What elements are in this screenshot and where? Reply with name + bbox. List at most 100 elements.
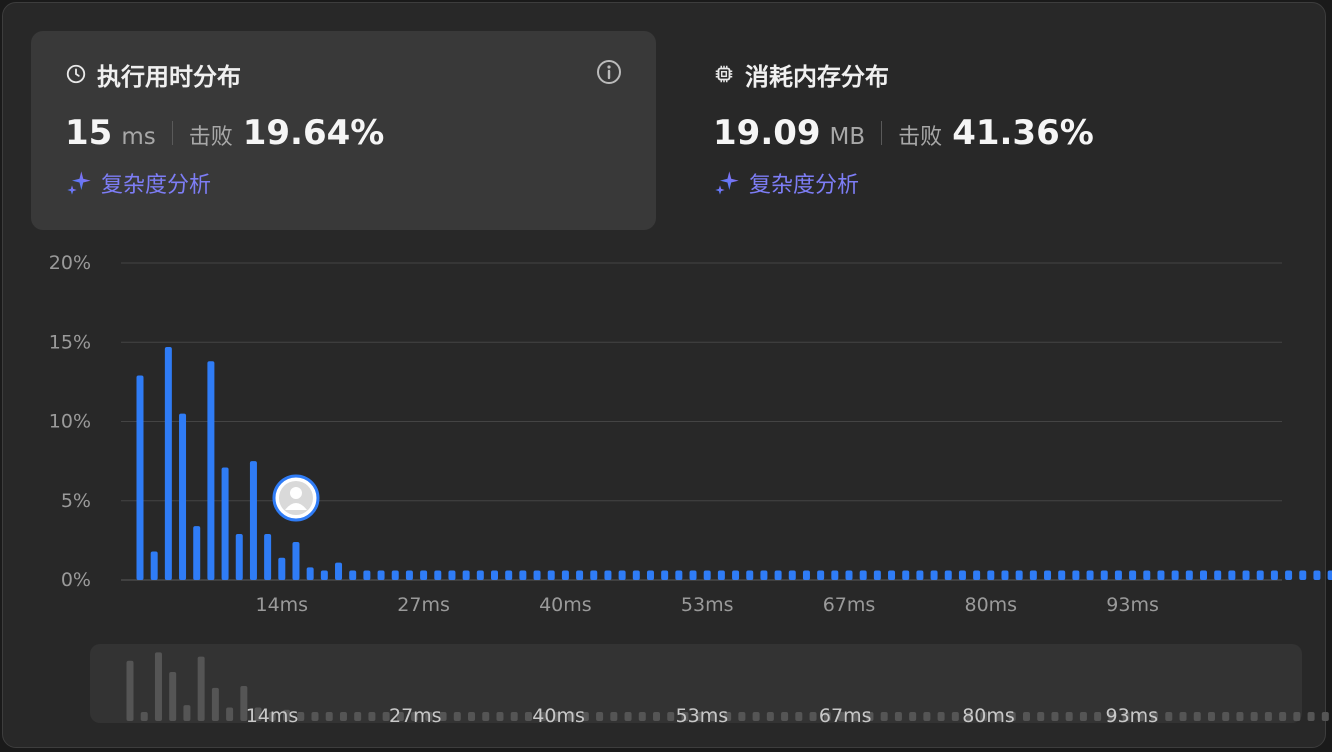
histogram-bar[interactable] bbox=[448, 570, 456, 580]
histogram-bar[interactable] bbox=[1143, 570, 1151, 580]
histogram-bar[interactable] bbox=[249, 461, 257, 580]
histogram-bar[interactable] bbox=[320, 570, 328, 580]
overview-bar bbox=[1165, 712, 1173, 721]
histogram-bar[interactable] bbox=[1044, 570, 1052, 580]
histogram-bar[interactable] bbox=[1157, 570, 1165, 580]
histogram-bar[interactable] bbox=[377, 570, 385, 580]
histogram-bar[interactable] bbox=[888, 570, 896, 580]
histogram-bar[interactable] bbox=[1185, 570, 1193, 580]
histogram-bar[interactable] bbox=[831, 570, 839, 580]
histogram-bar[interactable] bbox=[335, 562, 343, 580]
histogram-bar[interactable] bbox=[1015, 570, 1023, 580]
histogram-bar[interactable] bbox=[164, 347, 172, 580]
histogram-bar[interactable] bbox=[958, 570, 966, 580]
histogram-bar[interactable] bbox=[519, 570, 527, 580]
y-tick-label: 0% bbox=[61, 569, 91, 591]
histogram-bar[interactable] bbox=[873, 570, 881, 580]
histogram-bar[interactable] bbox=[689, 570, 697, 580]
histogram-bar[interactable] bbox=[221, 467, 229, 580]
histogram-bar[interactable] bbox=[179, 413, 187, 580]
histogram-bar[interactable] bbox=[859, 570, 867, 580]
histogram-bar[interactable] bbox=[1242, 570, 1250, 580]
histogram-bar[interactable] bbox=[604, 570, 612, 580]
histogram-bar[interactable] bbox=[788, 570, 796, 580]
histogram-bar[interactable] bbox=[278, 557, 286, 580]
histogram-bar[interactable] bbox=[1200, 570, 1207, 580]
overview-bar bbox=[154, 652, 162, 721]
histogram-bar[interactable] bbox=[661, 570, 669, 580]
overview-bar bbox=[1065, 712, 1073, 721]
histogram-bar[interactable] bbox=[306, 567, 314, 580]
histogram-bar[interactable] bbox=[193, 526, 201, 580]
histogram-bar[interactable] bbox=[1171, 570, 1179, 580]
histogram-bar[interactable] bbox=[420, 570, 428, 580]
histogram-bar[interactable] bbox=[973, 570, 981, 580]
histogram-bar[interactable] bbox=[774, 570, 782, 580]
avatar-icon[interactable] bbox=[272, 474, 320, 522]
histogram-bar[interactable] bbox=[1285, 570, 1293, 580]
histogram-bar[interactable] bbox=[1327, 570, 1332, 580]
histogram-bar[interactable] bbox=[1100, 570, 1108, 580]
histogram-bar[interactable] bbox=[1086, 570, 1094, 580]
histogram-bar[interactable] bbox=[746, 570, 754, 580]
histogram-bar[interactable] bbox=[802, 570, 810, 580]
histogram-bar[interactable] bbox=[1228, 570, 1236, 580]
histogram-bar[interactable] bbox=[717, 570, 725, 580]
histogram-bar[interactable] bbox=[363, 570, 371, 580]
overview-bar bbox=[610, 712, 618, 721]
histogram-bar[interactable] bbox=[136, 375, 144, 580]
histogram-bar[interactable] bbox=[576, 570, 584, 580]
histogram-bar[interactable] bbox=[703, 570, 711, 580]
histogram-bar[interactable] bbox=[207, 361, 215, 580]
histogram-bar[interactable] bbox=[476, 570, 484, 580]
histogram-bar[interactable] bbox=[505, 570, 513, 580]
histogram-bar[interactable] bbox=[675, 570, 683, 580]
histogram-bar[interactable] bbox=[944, 570, 952, 580]
runtime-distribution-chart: 20% 15% 10% 5% 0% 14ms 27ms 40ms 53ms 67ms 80ms 93m… bbox=[49, 252, 1332, 727]
histogram-bar[interactable] bbox=[547, 570, 555, 580]
histogram-bar[interactable] bbox=[1270, 570, 1278, 580]
histogram-bar[interactable] bbox=[1058, 570, 1066, 580]
histogram-bar[interactable] bbox=[1072, 570, 1080, 580]
histogram-bar[interactable] bbox=[590, 570, 598, 580]
histogram-bar[interactable] bbox=[349, 570, 357, 580]
histogram-bar[interactable] bbox=[405, 570, 413, 580]
histogram-bar[interactable] bbox=[561, 570, 569, 580]
histogram-bar[interactable] bbox=[533, 570, 541, 580]
histogram-bar[interactable] bbox=[235, 534, 243, 580]
histogram-bar[interactable] bbox=[1114, 570, 1122, 580]
histogram-bar[interactable] bbox=[646, 570, 654, 580]
x-tick-label: 53ms bbox=[681, 594, 734, 616]
histogram-bar[interactable] bbox=[1001, 570, 1009, 580]
histogram-bar[interactable] bbox=[916, 570, 924, 580]
histogram-bar[interactable] bbox=[732, 570, 740, 580]
overview-bar bbox=[1264, 712, 1272, 721]
histogram-bar[interactable] bbox=[1299, 570, 1307, 580]
histogram-bar[interactable] bbox=[1256, 570, 1264, 580]
histogram-bar[interactable] bbox=[434, 570, 442, 580]
histogram-bar[interactable] bbox=[987, 570, 995, 580]
y-tick-label: 5% bbox=[61, 490, 91, 512]
histogram-bar[interactable] bbox=[292, 541, 300, 580]
histogram-bar[interactable] bbox=[150, 551, 158, 580]
histogram-bar[interactable] bbox=[760, 570, 768, 580]
overview-bar bbox=[453, 712, 461, 721]
overview-tick-label: 93ms bbox=[1106, 705, 1159, 727]
histogram-bar[interactable] bbox=[902, 570, 910, 580]
x-tick-label: 93ms bbox=[1106, 594, 1159, 616]
histogram-bar[interactable] bbox=[1029, 570, 1037, 580]
overview-tick-label: 80ms bbox=[962, 705, 1015, 727]
histogram-bar[interactable] bbox=[1129, 570, 1137, 580]
histogram-bar[interactable] bbox=[817, 570, 825, 580]
histogram-bar[interactable] bbox=[930, 570, 938, 580]
histogram-bar[interactable] bbox=[391, 570, 399, 580]
histogram-bar[interactable] bbox=[618, 570, 626, 580]
histogram-bar[interactable] bbox=[632, 570, 640, 580]
histogram-bar[interactable] bbox=[845, 570, 853, 580]
histogram-bar[interactable] bbox=[462, 570, 470, 580]
histogram-bar[interactable] bbox=[1313, 570, 1321, 580]
histogram-bar[interactable] bbox=[1214, 570, 1222, 580]
overview-bar bbox=[482, 712, 490, 721]
histogram-bar[interactable] bbox=[264, 534, 272, 580]
histogram-bar[interactable] bbox=[491, 570, 498, 580]
